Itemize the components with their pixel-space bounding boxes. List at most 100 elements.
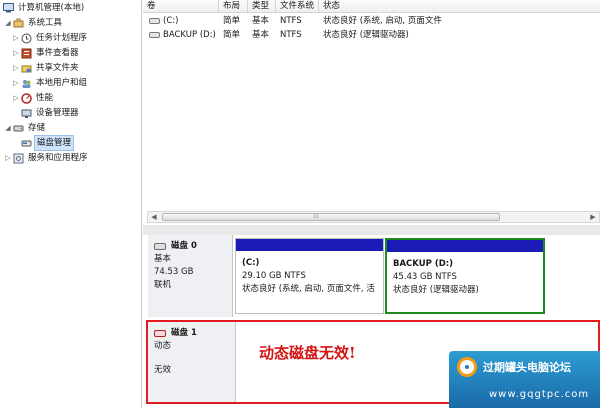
- volume-status: 状态良好 (逻辑驱动器): [323, 30, 409, 40]
- clock-icon: [21, 33, 32, 44]
- expand-arrow-icon[interactable]: ▷: [4, 151, 12, 165]
- collapse-arrow-icon[interactable]: ◢: [4, 16, 12, 30]
- services-icon: [13, 153, 24, 164]
- storage-icon: [13, 123, 24, 134]
- disk-0-title: 磁盘 0: [154, 240, 226, 253]
- volume-name: (C:): [145, 14, 219, 28]
- partition-name: BACKUP (D:): [393, 259, 454, 269]
- disk-0-size: 74.53 GB: [154, 267, 194, 277]
- pane-divider: [143, 225, 600, 235]
- horizontal-scrollbar[interactable]: ◀ ⁞⁞⁞ ▶: [147, 211, 600, 223]
- tree-item-task-scheduler[interactable]: ▷ 任务计划程序: [12, 31, 88, 45]
- tools-icon: [13, 18, 24, 29]
- disk-1-info[interactable]: 磁盘 1 动态 无效: [148, 322, 236, 402]
- disk-1-title: 磁盘 1: [154, 327, 229, 340]
- tree-item-shared-folders[interactable]: ▷ 共享文件夹: [12, 61, 80, 75]
- volume-list-header: 卷 布局 类型 文件系统 状态: [143, 0, 600, 13]
- partition-c[interactable]: (C:) 29.10 GB NTFS 状态良好 (系统, 启动, 页面文件, 活: [235, 238, 384, 314]
- disk-0-name: 磁盘 0: [171, 241, 197, 251]
- scrollbar-thumb[interactable]: [162, 213, 500, 221]
- disk-1-name: 磁盘 1: [171, 328, 197, 338]
- partition-size: 45.43 GB NTFS: [393, 272, 457, 282]
- disk-error-icon: [154, 330, 166, 337]
- volume-layout: 简单: [223, 30, 241, 40]
- tree-root-label: 计算机管理(本地): [18, 3, 85, 13]
- watermark-title: 过期罐头电脑论坛: [483, 361, 571, 374]
- disk-icon: [154, 243, 166, 250]
- column-header-type[interactable]: 类型: [248, 0, 276, 13]
- column-header-status[interactable]: 状态: [319, 0, 600, 13]
- volume-filesystem: NTFS: [280, 30, 302, 40]
- disk-0-state: 联机: [154, 280, 172, 290]
- partition-status: 状态良好 (逻辑驱动器): [393, 285, 479, 295]
- volume-icon: [149, 31, 160, 38]
- partition-status: 状态良好 (系统, 启动, 页面文件, 活: [242, 284, 375, 294]
- volume-row[interactable]: BACKUP (D:) 简单 基本 NTFS 状态良好 (逻辑驱动器): [143, 28, 600, 42]
- tree-item-label: 服务和应用程序: [28, 153, 88, 163]
- tree-item-label: 共享文件夹: [36, 63, 79, 73]
- tree-item-performance[interactable]: ▷ 性能: [12, 91, 54, 105]
- expand-arrow-icon[interactable]: ▷: [12, 76, 20, 90]
- tree-item-storage[interactable]: ◢ 存储: [4, 121, 46, 135]
- tree-item-system-tools[interactable]: ◢ 系统工具: [4, 16, 63, 30]
- disk-0-row[interactable]: 磁盘 0 基本 74.53 GB 联机 (C:) 29.10 GB NTFS 状…: [143, 235, 600, 317]
- disk-management-pane: 卷 布局 类型 文件系统 状态 (C:) 简单 基本 NTFS 状态良好 (系统…: [143, 0, 600, 408]
- forum-logo-icon: [457, 357, 477, 377]
- tree-item-services[interactable]: ▷ 服务和应用程序: [4, 151, 89, 165]
- partition-name: (C:): [242, 258, 260, 268]
- tree-item-local-users[interactable]: ▷ 本地用户和组: [12, 76, 88, 90]
- volume-type: 基本: [252, 30, 270, 40]
- partition-c-details: (C:) 29.10 GB NTFS 状态良好 (系统, 启动, 页面文件, 活: [242, 257, 382, 296]
- invalid-disk-warning: 动态磁盘无效!: [259, 344, 356, 362]
- disk-1-type: 动态: [154, 341, 172, 351]
- column-header-filesystem[interactable]: 文件系统: [276, 0, 319, 13]
- shared-folder-icon: [21, 63, 32, 74]
- tree-item-label: 性能: [36, 93, 54, 103]
- event-viewer-icon: [21, 48, 32, 59]
- volume-name: BACKUP (D:): [145, 28, 219, 42]
- tree-item-device-manager[interactable]: 设备管理器: [20, 106, 80, 120]
- disk-1-state: 无效: [154, 365, 172, 375]
- forum-watermark: 过期罐头电脑论坛 www.gqgtpc.com: [449, 351, 600, 408]
- tree-item-label: 存储: [28, 123, 46, 133]
- collapse-arrow-icon[interactable]: ◢: [4, 121, 12, 135]
- volume-row[interactable]: (C:) 简单 基本 NTFS 状态良好 (系统, 启动, 页面文件: [143, 14, 600, 28]
- tree-item-label: 任务计划程序: [36, 33, 88, 43]
- partition-size: 29.10 GB NTFS: [242, 271, 306, 281]
- tree-root[interactable]: 计算机管理(本地): [2, 1, 85, 15]
- expand-arrow-icon[interactable]: ▷: [12, 61, 20, 75]
- column-header-layout[interactable]: 布局: [219, 0, 248, 13]
- volume-icon: [149, 17, 160, 24]
- tree-item-label: 本地用户和组: [36, 78, 88, 88]
- column-header-volume[interactable]: 卷: [143, 0, 219, 13]
- tree-item-label: 设备管理器: [36, 108, 79, 118]
- computer-management-icon: [3, 3, 14, 14]
- scroll-left-icon[interactable]: ◀: [148, 212, 160, 222]
- expand-arrow-icon[interactable]: ▷: [12, 46, 20, 60]
- watermark-url: www.gqgtpc.com: [489, 389, 590, 400]
- grip-icon: ⁞⁞⁞: [313, 213, 319, 220]
- scroll-right-icon[interactable]: ▶: [587, 212, 599, 222]
- users-icon: [21, 78, 32, 89]
- disk-management-icon: [21, 138, 32, 149]
- performance-icon: [21, 92, 32, 104]
- volume-name-text: (C:): [163, 16, 179, 26]
- volume-name-text: BACKUP (D:): [163, 30, 216, 40]
- partition-d-details: BACKUP (D:) 45.43 GB NTFS 状态良好 (逻辑驱动器): [393, 258, 479, 297]
- expand-arrow-icon[interactable]: ▷: [12, 91, 20, 105]
- partition-d[interactable]: BACKUP (D:) 45.43 GB NTFS 状态良好 (逻辑驱动器): [385, 238, 545, 314]
- tree-item-label: 磁盘管理: [33, 135, 75, 151]
- volume-filesystem: NTFS: [280, 16, 302, 26]
- tree-item-disk-management[interactable]: 磁盘管理: [20, 135, 75, 151]
- partition-bar: [387, 240, 543, 252]
- tree-item-event-viewer[interactable]: ▷ 事件查看器: [12, 46, 80, 60]
- volume-layout: 简单: [223, 16, 241, 26]
- expand-arrow-icon[interactable]: ▷: [12, 31, 20, 45]
- disk-0-type: 基本: [154, 254, 172, 264]
- volume-status: 状态良好 (系统, 启动, 页面文件: [323, 16, 442, 26]
- device-manager-icon: [21, 108, 32, 119]
- tree-item-label: 事件查看器: [36, 48, 79, 58]
- volume-type: 基本: [252, 16, 270, 26]
- disk-0-info[interactable]: 磁盘 0 基本 74.53 GB 联机: [148, 235, 233, 317]
- navigation-tree: 计算机管理(本地) ◢ 系统工具 ▷ 任务计划程序 ▷ 事件查看器 ▷ 共享文件…: [0, 0, 142, 408]
